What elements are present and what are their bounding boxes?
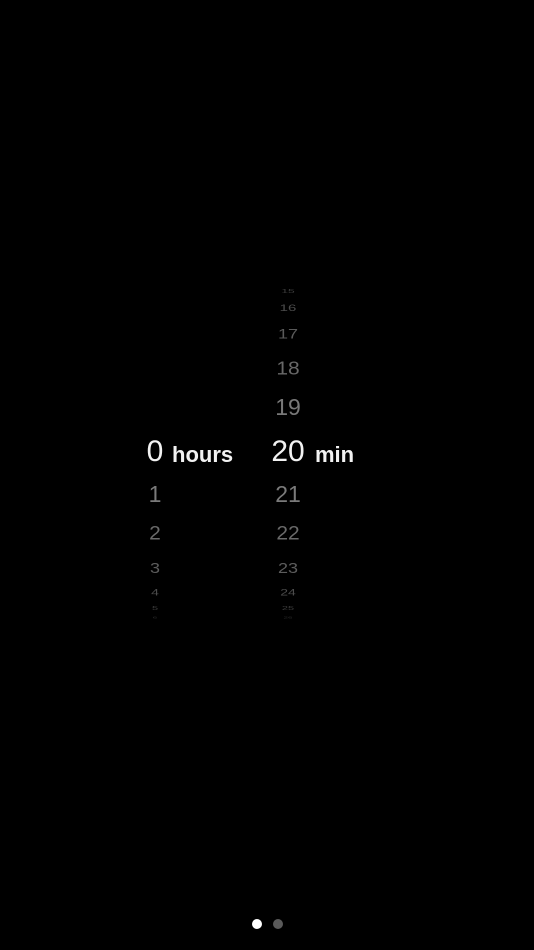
hours-option[interactable]: 1 bbox=[115, 483, 195, 506]
timer-screen: 0 1 2 3 4 5 6 hours 15 16 17 18 19 20 21… bbox=[0, 0, 534, 950]
hours-option[interactable]: 4 bbox=[115, 587, 195, 596]
minutes-unit-label: min bbox=[315, 442, 355, 467]
duration-picker[interactable]: 0 1 2 3 4 5 6 hours 15 16 17 18 19 20 21… bbox=[0, 280, 534, 625]
hours-option[interactable]: 6 bbox=[115, 616, 195, 620]
page-dot-active[interactable] bbox=[252, 919, 262, 929]
hours-option[interactable]: 3 bbox=[115, 561, 195, 575]
hours-unit-label: hours bbox=[172, 442, 234, 467]
page-indicator[interactable] bbox=[0, 919, 534, 931]
minutes-option[interactable]: 22 bbox=[248, 524, 328, 543]
minutes-option[interactable]: 25 bbox=[248, 606, 328, 612]
hours-option[interactable]: 2 bbox=[115, 524, 195, 543]
minutes-option[interactable]: 21 bbox=[248, 483, 328, 506]
minutes-option[interactable]: 16 bbox=[248, 304, 328, 313]
minutes-option[interactable]: 24 bbox=[248, 587, 328, 596]
minutes-option[interactable]: 18 bbox=[248, 359, 328, 378]
minutes-option[interactable]: 17 bbox=[248, 327, 328, 341]
minutes-option[interactable]: 19 bbox=[248, 396, 328, 419]
minutes-option[interactable]: 15 bbox=[248, 288, 328, 293]
minutes-option[interactable]: 26 bbox=[248, 616, 328, 620]
minutes-option[interactable]: 23 bbox=[248, 561, 328, 575]
hours-option[interactable]: 5 bbox=[115, 606, 195, 612]
page-dot-inactive[interactable] bbox=[273, 919, 283, 929]
